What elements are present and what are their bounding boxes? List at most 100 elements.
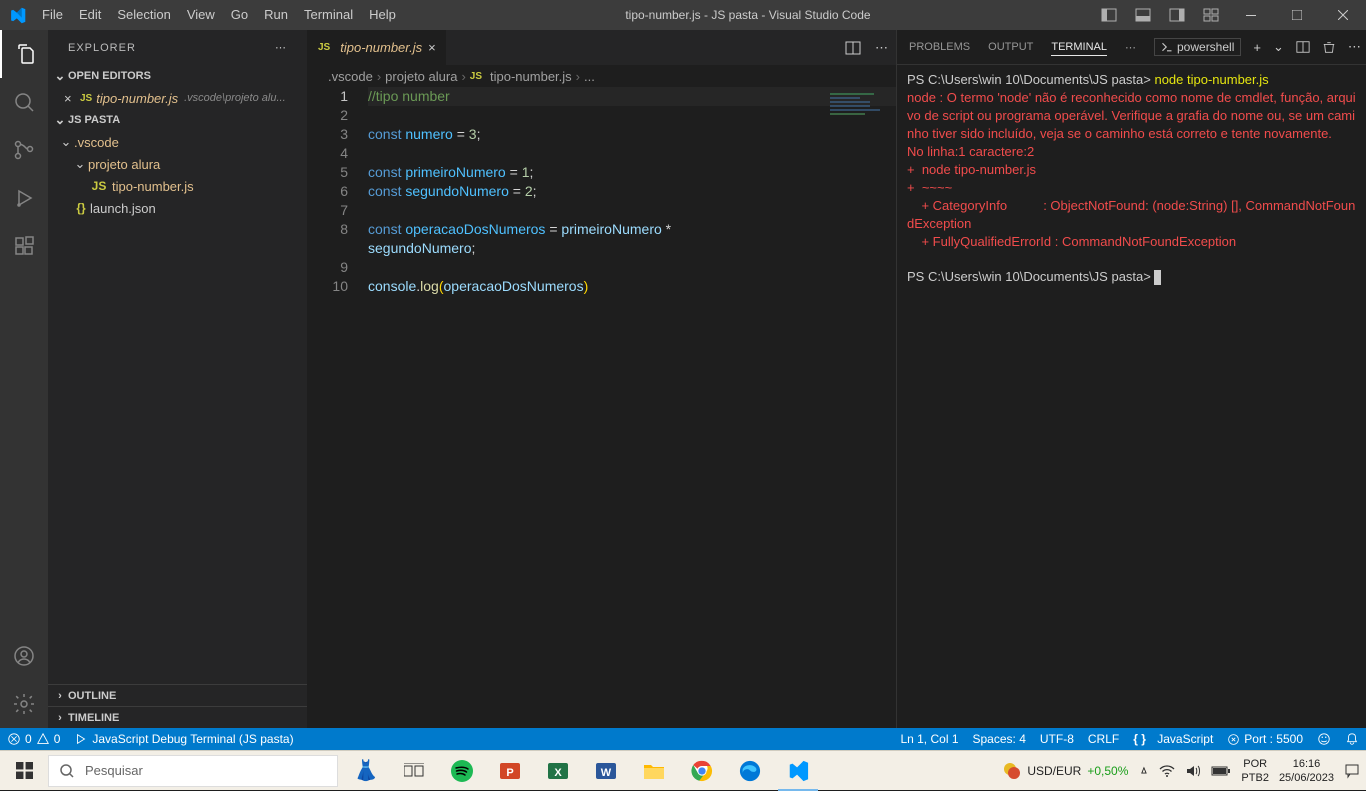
toggle-secondary-sidebar-icon[interactable] [1160, 0, 1194, 30]
menu-run[interactable]: Run [256, 0, 296, 30]
customize-layout-icon[interactable] [1194, 0, 1228, 30]
breadcrumbs[interactable]: .vscode › projeto alura › JS tipo-number… [308, 65, 896, 87]
terminal-shell-selector[interactable]: powershell [1154, 38, 1241, 56]
source-control-icon[interactable] [0, 126, 48, 174]
vscode-taskbar-icon[interactable] [774, 751, 822, 791]
problems-tab[interactable]: PROBLEMS [909, 39, 970, 55]
status-cursor-position[interactable]: Ln 1, Col 1 [893, 728, 965, 750]
menu-selection[interactable]: Selection [109, 0, 178, 30]
breadcrumb-item[interactable]: ... [584, 69, 595, 84]
powerpoint-icon[interactable]: P [486, 751, 534, 791]
status-notifications-icon[interactable] [1338, 728, 1366, 750]
spotify-icon[interactable] [438, 751, 486, 791]
volume-icon[interactable] [1185, 764, 1201, 778]
activity-bar [0, 30, 48, 728]
more-actions-icon[interactable]: ⋯ [875, 40, 888, 56]
editor-tab[interactable]: JS tipo-number.js × [308, 30, 447, 65]
excel-icon[interactable]: X [534, 751, 582, 791]
tray-expand-icon[interactable]: ㅿ [1138, 762, 1149, 779]
taskbar-weather-icon[interactable]: 👗 [342, 751, 390, 791]
word-icon[interactable]: W [582, 751, 630, 791]
wifi-icon[interactable] [1159, 764, 1175, 778]
js-file-icon: JS [318, 42, 330, 53]
menu-help[interactable]: Help [361, 0, 404, 30]
maximize-button[interactable] [1274, 0, 1320, 30]
menu-go[interactable]: Go [223, 0, 256, 30]
start-button[interactable] [0, 751, 48, 791]
task-view-icon[interactable] [390, 751, 438, 791]
explorer-more-icon[interactable]: ⋯ [275, 41, 287, 54]
explorer-sidebar: EXPLORER ⋯ ⌄ OPEN EDITORS × JS tipo-numb… [48, 30, 308, 728]
breadcrumb-item[interactable]: projeto alura [385, 69, 457, 84]
status-debug[interactable]: JavaScript Debug Terminal (JS pasta) [67, 728, 300, 750]
settings-icon[interactable] [0, 680, 48, 728]
language-indicator[interactable]: PORPTB2 [1241, 757, 1269, 785]
accounts-icon[interactable] [0, 632, 48, 680]
timeline-section[interactable]: › TIMELINE [48, 706, 307, 728]
toggle-panel-icon[interactable] [1126, 0, 1160, 30]
menu-view[interactable]: View [179, 0, 223, 30]
menu-file[interactable]: File [34, 0, 71, 30]
kill-terminal-icon[interactable] [1322, 40, 1336, 54]
tab-filename: tipo-number.js [340, 40, 422, 55]
taskbar-search[interactable]: Pesquisar [48, 755, 338, 787]
terminal-output[interactable]: PS C:\Users\win 10\Documents\JS pasta> n… [897, 65, 1366, 728]
status-language[interactable]: { } JavaScript [1126, 728, 1220, 750]
close-button[interactable] [1320, 0, 1366, 30]
clock[interactable]: 16:1625/06/2023 [1279, 757, 1334, 785]
open-editor-filename: tipo-number.js [96, 91, 178, 106]
js-file-icon: JS [90, 179, 108, 193]
folder-projeto-alura[interactable]: ⌄ projeto alura [48, 153, 307, 175]
new-terminal-icon[interactable]: + [1253, 40, 1261, 55]
open-editors-section[interactable]: ⌄ OPEN EDITORS [48, 65, 307, 87]
breadcrumb-item[interactable]: .vscode [328, 69, 373, 84]
folder-vscode[interactable]: ⌄ .vscode [48, 131, 307, 153]
run-debug-icon[interactable] [0, 174, 48, 222]
status-eol[interactable]: CRLF [1081, 728, 1126, 750]
panel-more-icon[interactable]: ⋯ [1348, 39, 1361, 55]
menu-edit[interactable]: Edit [71, 0, 109, 30]
split-editor-icon[interactable] [845, 40, 861, 56]
explorer-icon[interactable] [0, 30, 48, 78]
more-panels-icon[interactable]: ⋯ [1125, 41, 1136, 54]
status-feedback-icon[interactable] [1310, 728, 1338, 750]
split-terminal-icon[interactable] [1296, 40, 1310, 54]
search-icon[interactable] [0, 78, 48, 126]
code-editor[interactable]: 12345678 910 //tipo number const numero … [308, 87, 896, 728]
close-icon[interactable]: × [64, 91, 80, 106]
action-center-icon[interactable] [1344, 763, 1360, 779]
close-icon[interactable]: × [428, 40, 436, 55]
menubar: File Edit Selection View Go Run Terminal… [34, 0, 404, 30]
minimize-button[interactable] [1228, 0, 1274, 30]
js-file-icon: JS [80, 93, 92, 104]
code-content[interactable]: //tipo number const numero = 3; const pr… [368, 87, 896, 728]
chrome-icon[interactable] [678, 751, 726, 791]
outline-section[interactable]: › OUTLINE [48, 684, 307, 706]
status-indentation[interactable]: Spaces: 4 [966, 728, 1033, 750]
terminal-dropdown-icon[interactable]: ⌄ [1273, 39, 1284, 55]
outline-label: OUTLINE [68, 690, 116, 702]
extensions-icon[interactable] [0, 222, 48, 270]
system-tray: USD/EUR +0,50% ㅿ PORPTB2 16:1625/06/2023 [1003, 757, 1366, 785]
file-explorer-icon[interactable] [630, 751, 678, 791]
chevron-down-icon: ⌄ [72, 156, 88, 172]
breadcrumb-item[interactable]: tipo-number.js [490, 69, 572, 84]
status-errors[interactable]: 0 0 [0, 728, 67, 750]
terminal-cursor [1154, 270, 1161, 285]
edge-icon[interactable] [726, 751, 774, 791]
terminal-tab[interactable]: TERMINAL [1051, 39, 1107, 56]
menu-terminal[interactable]: Terminal [296, 0, 361, 30]
file-launch-json[interactable]: {} launch.json [48, 197, 307, 219]
status-live-server[interactable]: Port : 5500 [1220, 728, 1310, 750]
open-editor-item[interactable]: × JS tipo-number.js .vscode\projeto alu.… [48, 87, 307, 109]
output-tab[interactable]: OUTPUT [988, 39, 1033, 55]
file-tipo-number[interactable]: JS tipo-number.js [48, 175, 307, 197]
svg-text:P: P [506, 767, 513, 779]
workspace-section[interactable]: ⌄ JS PASTA [48, 109, 307, 131]
battery-icon[interactable] [1211, 765, 1231, 777]
status-encoding[interactable]: UTF-8 [1033, 728, 1081, 750]
stock-widget[interactable]: USD/EUR +0,50% [1003, 762, 1128, 780]
chevron-right-icon: › [461, 69, 465, 84]
file-name: launch.json [90, 201, 156, 216]
toggle-primary-sidebar-icon[interactable] [1092, 0, 1126, 30]
